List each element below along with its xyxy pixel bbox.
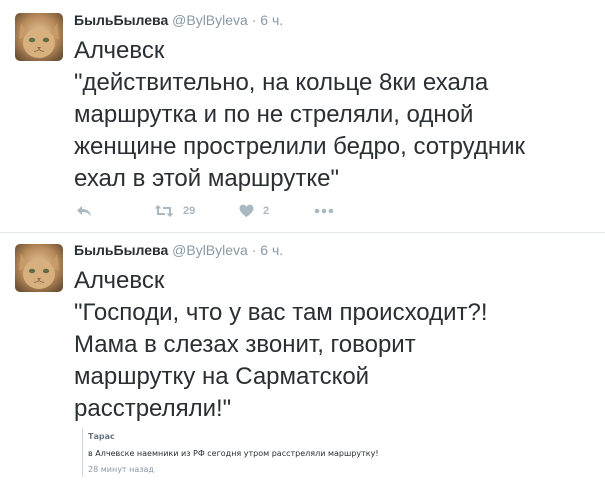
tweet-text-line: "действительно, на кольце 8ки ехала — [74, 69, 489, 96]
tweet-text-line: расстреляли!" — [74, 395, 232, 422]
tweet-text-line: Мама в слезах звонит, говорит — [74, 331, 416, 358]
retweet-icon — [154, 205, 174, 217]
reply-arrow-icon — [77, 206, 91, 217]
author-username[interactable]: @BylByleva — [172, 242, 248, 258]
tweet[interactable]: БыльБылева @BylByleva · 6 ч. Алчевск "де… — [0, 0, 605, 233]
tweet-timestamp[interactable]: 6 ч. — [260, 12, 283, 28]
avatar[interactable] — [15, 13, 63, 61]
embedded-quote[interactable]: Тарас в Алчевске наемники из РФ сегодня … — [82, 428, 508, 477]
separator-dot: · — [251, 12, 257, 28]
retweet-count: 29 — [183, 205, 196, 217]
author-fullname[interactable]: БыльБылева — [74, 242, 168, 258]
tweet-text-line: "Господи, что у вас там происходит?! — [74, 299, 488, 326]
tweet-text: Алчевск "Господи, что у вас там происход… — [74, 265, 594, 425]
tweet-text: Алчевск "действительно, на кольце 8ки ех… — [74, 35, 594, 195]
like-button[interactable]: 2 — [239, 201, 269, 221]
author-username[interactable]: @BylByleva — [172, 12, 248, 28]
separator-dot: · — [251, 242, 257, 258]
tweet-text-line: Алчевск — [74, 37, 165, 64]
quote-author[interactable]: Тарас — [88, 430, 508, 444]
more-dots-icon — [314, 208, 334, 214]
cat-avatar-image — [15, 13, 63, 61]
tweet-text-line: ехал в этой маршрутке" — [74, 165, 340, 192]
reply-button[interactable] — [76, 201, 92, 221]
tweet-text-line: Алчевск — [74, 267, 165, 294]
tweet-text-line: маршрутку на Сарматской — [74, 363, 370, 390]
more-button[interactable] — [314, 201, 334, 221]
quote-timestamp[interactable]: 28 минут назад — [88, 463, 508, 477]
tweet[interactable]: БыльБылева @BylByleva · 6 ч. Алчевск "Го… — [0, 233, 605, 493]
tweet-text-line: женщине прострелили бедро, сотрудник — [74, 133, 526, 160]
avatar[interactable] — [15, 244, 63, 292]
tweet-actions: 29 2 — [74, 201, 374, 221]
tweet-timestamp[interactable]: 6 ч. — [260, 242, 283, 258]
quote-text: в Алчевске наемники из РФ сегодня утром … — [88, 449, 379, 458]
tweet-header: БыльБылева @BylByleva · 6 ч. — [74, 11, 283, 29]
like-count: 2 — [263, 205, 270, 217]
tweet-text-line: маршрутка и по не стреляли, одной — [74, 101, 474, 128]
retweet-button[interactable]: 29 — [154, 201, 195, 221]
heart-icon — [239, 204, 254, 217]
author-fullname[interactable]: БыльБылева — [74, 12, 168, 28]
tweet-header: БыльБылева @BylByleva · 6 ч. — [74, 241, 283, 259]
cat-avatar-image — [15, 244, 63, 292]
